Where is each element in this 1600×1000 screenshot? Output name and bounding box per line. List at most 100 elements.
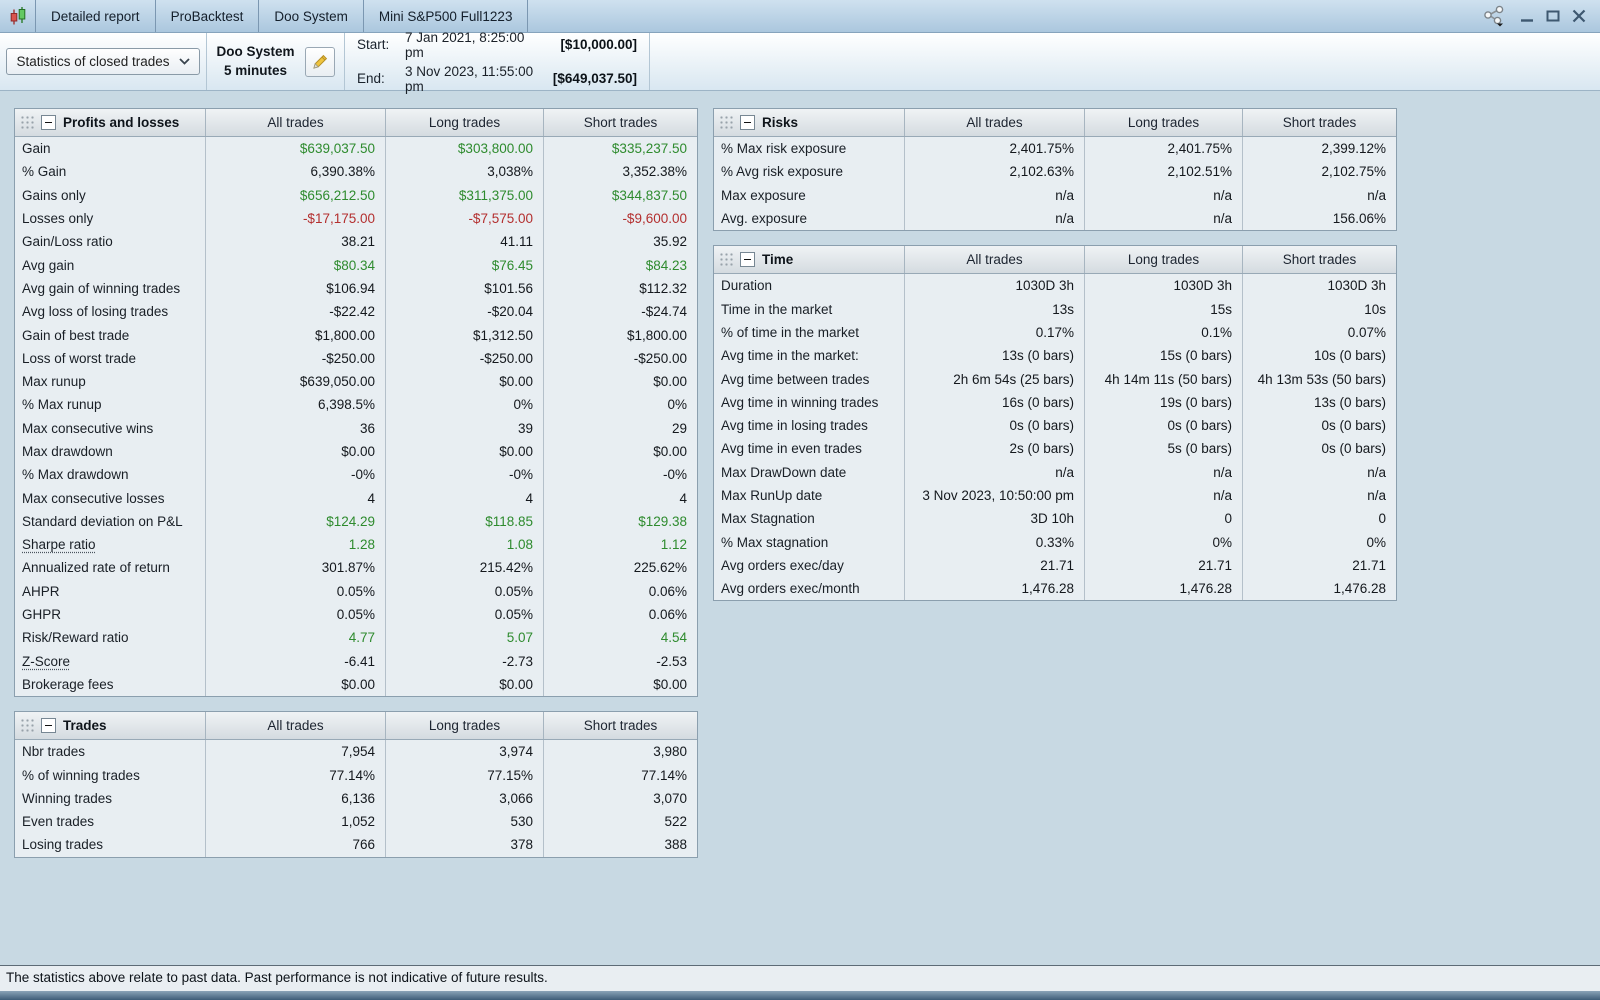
drag-handle-icon[interactable] [718,251,733,269]
table-header: Profits and losses All trades Long trades S… [15,109,697,137]
row-value: n/a [1084,483,1242,508]
row-value: 0s (0 bars) [1242,413,1396,438]
row-value: $0.00 [543,672,697,697]
row-label: Losses only [22,211,94,227]
row-value: 29 [543,416,697,440]
row-value: 2,102.63% [904,160,1084,184]
maximize-icon[interactable] [1546,9,1560,23]
column-header-long-trades: Long trades [385,712,543,740]
table-row: Duration 1030D 3h 1030D 3h 1030D 3h [714,274,1396,298]
row-label: Duration [721,278,773,294]
row-value: 156.06% [1242,206,1396,231]
row-value: $311,375.00 [385,183,543,207]
collapse-button[interactable] [41,115,56,130]
pencil-icon [311,53,329,71]
table-row: Avg orders exec/day 21.71 21.71 21.71 [714,553,1396,578]
row-value: n/a [1084,206,1242,231]
close-icon[interactable] [1572,9,1586,23]
table-header-title-cell: Risks [714,109,904,136]
column-header-short-trades: Short trades [1242,246,1396,274]
row-value: $0.00 [205,439,385,464]
row-label: Avg time in winning trades [721,394,879,410]
row-value: 0s (0 bars) [904,413,1084,438]
drag-handle-icon[interactable] [19,114,34,131]
row-value: 77.15% [385,763,543,787]
minimize-icon[interactable] [1520,9,1534,23]
table-row: Max consecutive losses 4 4 4 [15,486,697,510]
collapse-button[interactable] [41,718,56,734]
backtest-range-section: Start: 7 Jan 2021, 8:25:00 pm [$10,000.0… [345,30,650,94]
view-select[interactable]: Statistics of closed trades [6,48,200,75]
table-row: Loss of worst trade -$250.00 -$250.00 -$250… [15,346,697,370]
table-row: Max RunUp date 3 Nov 2023, 10:50:00 pm n/a… [714,483,1396,508]
table-header: Trades All trades Long trades Short trades [15,712,697,741]
edit-system-button[interactable] [304,46,335,77]
collapse-button[interactable] [740,115,755,130]
row-value: 41.11 [385,230,543,254]
drag-handle-icon[interactable] [19,717,34,735]
row-value: 3,980 [543,740,697,764]
row-value: 4h 14m 11s (50 bars) [1084,367,1242,391]
row-label: Standard deviation on P&L [22,513,183,529]
collapse-button[interactable] [740,252,755,268]
row-value: 0% [1084,530,1242,554]
row-label: Max consecutive losses [22,490,165,506]
start-label: Start: [357,37,390,52]
row-value: 301.87% [205,556,385,580]
row-value: 4.77 [205,626,385,650]
row-value: 0.06% [543,579,697,603]
row-value: 1,476.28 [1084,577,1242,601]
table-row: Winning trades 6,136 3,066 3,070 [15,786,697,811]
tab-probacktest[interactable]: ProBacktest [156,0,260,32]
right-column: Risks All trades Long trades Short trades% … [713,108,1397,602]
row-label: Nbr trades [22,744,86,760]
row-value: n/a [1084,183,1242,207]
table-row: % of time in the market 0.17% 0.1% 0.07% [714,320,1396,345]
row-value: 19s (0 bars) [1084,390,1242,414]
left-column: Profits and losses All trades Long trades S… [14,108,698,858]
share-icon[interactable] [1482,5,1508,27]
row-value: 0.33% [904,530,1084,554]
system-name-line: Doo System [216,44,295,60]
drag-handle-icon[interactable] [718,114,733,131]
column-header-short-trades: Short trades [543,109,697,136]
row-value: -$20.04 [385,300,543,324]
table-row: Nbr trades 7,954 3,974 3,980 [15,740,697,764]
table-row: Avg time between trades 2h 6m 54s (25 bar… [714,367,1396,391]
table-row: Avg gain of winning trades $106.94 $101.56… [15,276,697,301]
tab-doo-system[interactable]: Doo System [259,0,364,32]
row-label: % of time in the market [721,324,860,340]
table-row: % of winning trades 77.14% 77.15% 77.14% [15,763,697,787]
row-value: $0.00 [543,439,697,464]
table-row: Gain $639,037.50 $303,800.00 $335,237.50 [15,137,697,161]
row-value: $0.00 [205,672,385,697]
row-value: 2,102.51% [1084,160,1242,184]
row-label: Max consecutive wins [22,420,154,436]
row-value: 77.14% [205,763,385,787]
table-row: Avg time in even trades 2s (0 bars) 5s (0 … [714,437,1396,461]
table-header: Time All trades Long trades Short trades [714,246,1396,275]
profits-and-losses-table: Profits and losses All trades Long trades S… [14,108,698,698]
row-value: $1,800.00 [543,323,697,347]
row-value: 3,066 [385,786,543,811]
row-value: 378 [385,833,543,857]
row-value: $84.23 [543,253,697,277]
trades-table: Trades All trades Long trades Short trades N… [14,711,698,858]
row-value: 0s (0 bars) [1242,437,1396,461]
row-value: 7,954 [205,740,385,764]
row-value: n/a [904,183,1084,207]
tab-instrument[interactable]: Mini S&P500 Full1223 [364,0,529,32]
table-row: Losing trades 766 378 388 [15,833,697,857]
candlestick-chart-icon [8,6,28,26]
row-value: 225.62% [543,556,697,580]
row-value: $76.45 [385,253,543,277]
row-value: 0 [1084,507,1242,531]
table-row: Max DrawDown date n/a n/a n/a [714,460,1396,484]
table-row: Gain of best trade $1,800.00 $1,312.50 $1,8… [15,323,697,347]
tab-detailed-report[interactable]: Detailed report [36,0,156,32]
row-label: Avg gain of winning trades [22,280,181,296]
row-value: 1.12 [543,533,697,557]
start-capital: [$10,000.00] [560,37,637,52]
table-row: Sharpe ratio 1.28 1.08 1.12 [15,533,697,557]
table-row: Max exposure n/a n/a n/a [714,183,1396,207]
